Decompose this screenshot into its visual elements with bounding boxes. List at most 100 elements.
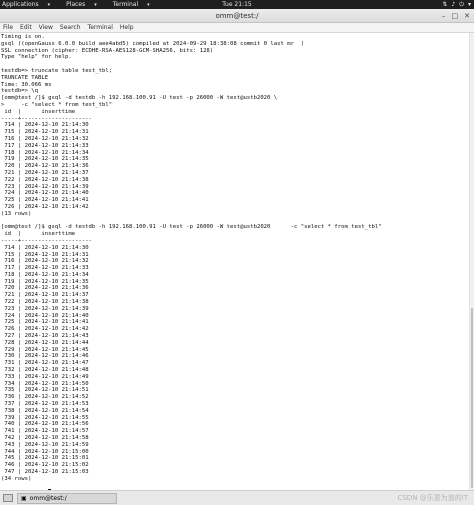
scrollbar-thumb[interactable]: [471, 308, 473, 488]
menubar: File Edit View Search Terminal Help: [0, 23, 474, 33]
terminal-line: 723 | 2024-12-10 21:14:39: [1, 305, 89, 312]
terminal-line: > -c "select * from test_tbl": [1, 101, 113, 108]
terminal-line: Timing is on.: [1, 34, 45, 40]
terminal-line: 746 | 2024-12-10 21:15:02: [1, 462, 89, 469]
terminal-output[interactable]: Timing is on. gsql ((openGauss 6.0.0 buil…: [0, 33, 474, 490]
terminal-line: 730 | 2024-12-10 21:14:46: [1, 353, 89, 360]
show-desktop-button[interactable]: [3, 494, 13, 502]
menu-edit[interactable]: Edit: [20, 23, 32, 32]
terminal-line: 720 | 2024-12-10 21:14:36: [1, 163, 89, 170]
terminal-line: 718 | 2024-12-10 21:14:34: [1, 271, 89, 278]
terminal-line: 714 | 2024-12-10 21:14:30: [1, 244, 89, 251]
terminal-line: (13 rows): [1, 210, 32, 217]
terminal-line: -----+---------------------: [1, 115, 92, 122]
terminal-line: SSL connection (cipher: ECDHE-RSA-AES128…: [1, 47, 214, 54]
volume-icon: ♪: [451, 1, 456, 8]
terminal-line: id | inserttime: [1, 231, 76, 238]
terminal-line: -----+---------------------: [1, 237, 92, 244]
system-tray[interactable]: ⇅ ♪ ⏻ ▾: [442, 0, 471, 9]
terminal-line: 747 | 2024-12-10 21:15:03: [1, 469, 89, 475]
top-panel: Applications ▾ Places ▾ Terminal ▾ Tue 21:1…: [0, 0, 474, 9]
chevron-down-icon: ▾: [467, 1, 471, 8]
terminal-line: 725 | 2024-12-10 21:14:41: [1, 197, 89, 204]
taskbar-item-label: omm@test:/: [29, 494, 67, 502]
network-icon: ⇅: [442, 1, 448, 8]
terminal-line: 720 | 2024-12-10 21:14:36: [1, 285, 89, 292]
terminal-line: Type "help" for help.: [1, 54, 72, 61]
menu-view[interactable]: View: [39, 23, 53, 32]
terminal-line: 726 | 2024-12-10 21:14:42: [1, 203, 89, 210]
chevron-down-icon: ▾: [94, 1, 97, 8]
terminal-line: 727 | 2024-12-10 21:14:43: [1, 333, 89, 340]
terminal-line: TRUNCATE TABLE: [1, 74, 49, 81]
terminal-line: 731 | 2024-12-10 21:14:47: [1, 360, 89, 367]
terminal-line: 717 | 2024-12-10 21:14:33: [1, 142, 89, 149]
close-button[interactable]: ✕: [464, 9, 470, 23]
terminal-line: testdb=> \q: [1, 88, 39, 95]
terminal-icon: ▣: [21, 494, 27, 502]
terminal-line: 736 | 2024-12-10 21:14:52: [1, 394, 89, 401]
terminal-line: 725 | 2024-12-10 21:14:41: [1, 319, 89, 326]
menu-file[interactable]: File: [3, 23, 13, 32]
applications-label: Applications: [2, 0, 39, 8]
terminal-line: id | inserttime: [1, 108, 76, 115]
terminal-line: 743 | 2024-12-10 21:14:59: [1, 441, 89, 448]
terminal-line: testdb=> truncate table test_tbl;: [1, 67, 113, 74]
terminal-line: 740 | 2024-12-10 21:14:56: [1, 421, 89, 428]
power-icon: ⏻: [459, 1, 464, 8]
places-label: Places: [66, 0, 86, 8]
terminal-line: 715 | 2024-12-10 21:14:31: [1, 251, 89, 258]
terminal-line: 724 | 2024-12-10 21:14:40: [1, 312, 89, 319]
terminal-line: 729 | 2024-12-10 21:14:45: [1, 346, 89, 353]
terminal-text: Timing is on. gsql ((openGauss 6.0.0 buil…: [0, 33, 474, 490]
terminal-line: 735 | 2024-12-10 21:14:51: [1, 387, 89, 394]
terminal-line: 724 | 2024-12-10 21:14:40: [1, 190, 89, 197]
terminal-line: 721 | 2024-12-10 21:14:37: [1, 169, 89, 176]
terminal-line: 718 | 2024-12-10 21:14:34: [1, 149, 89, 156]
terminal-line: Time: 30.066 ms: [1, 81, 52, 88]
menu-search[interactable]: Search: [60, 23, 81, 32]
window-title: omm@test:/: [215, 12, 259, 20]
terminal-line: 726 | 2024-12-10 21:14:42: [1, 326, 89, 333]
chevron-down-icon: ▾: [47, 1, 51, 8]
terminal-line: (34 rows): [1, 475, 32, 482]
terminal-line: 714 | 2024-12-10 21:14:30: [1, 122, 89, 129]
terminal-line: 734 | 2024-12-10 21:14:50: [1, 380, 89, 387]
terminal-line: 723 | 2024-12-10 21:14:39: [1, 183, 89, 190]
terminal-line: 745 | 2024-12-10 21:15:01: [1, 455, 89, 462]
minimize-button[interactable]: –: [442, 9, 446, 23]
menu-terminal[interactable]: Terminal: [88, 23, 113, 32]
terminal-line: 719 | 2024-12-10 21:14:35: [1, 156, 89, 163]
terminal-line: 737 | 2024-12-10 21:14:53: [1, 401, 89, 408]
terminal-line: [omm@test /]$ gsql -d testdb -h 192.168.…: [1, 95, 278, 102]
menu-help[interactable]: Help: [120, 23, 134, 32]
window-controls: – □ ✕: [442, 9, 470, 23]
terminal-line: 732 | 2024-12-10 21:14:48: [1, 367, 89, 374]
terminal-line: 721 | 2024-12-10 21:14:37: [1, 292, 89, 299]
terminal-app-label: Terminal: [112, 0, 139, 8]
terminal-line: [omm@test /]$ gsql -d testdb -h 192.168.…: [1, 224, 382, 231]
terminal-line: 716 | 2024-12-10 21:14:32: [1, 258, 89, 265]
terminal-line: 733 | 2024-12-10 21:14:49: [1, 373, 89, 380]
window-titlebar[interactable]: omm@test:/ – □ ✕: [0, 9, 474, 23]
terminal-line: 744 | 2024-12-10 21:15:00: [1, 448, 89, 455]
terminal-line: 716 | 2024-12-10 21:14:32: [1, 135, 89, 142]
taskbar-item-terminal[interactable]: ▣ omm@test:/: [17, 492, 117, 504]
terminal-line: 719 | 2024-12-10 21:14:35: [1, 278, 89, 285]
terminal-line: 738 | 2024-12-10 21:14:54: [1, 407, 89, 414]
terminal-line: 722 | 2024-12-10 21:14:38: [1, 176, 89, 183]
terminal-line: 722 | 2024-12-10 21:14:38: [1, 299, 89, 306]
terminal-line: 717 | 2024-12-10 21:14:33: [1, 265, 89, 272]
terminal-line: gsql ((openGauss 6.0.0 build aee4abd5) c…: [1, 40, 305, 47]
terminal-scrollbar[interactable]: [469, 33, 474, 490]
maximize-button[interactable]: □: [452, 9, 459, 23]
terminal-line: 739 | 2024-12-10 21:14:55: [1, 414, 89, 421]
watermark: CSDN @乐意为道的IT: [397, 494, 468, 502]
terminal-line: 715 | 2024-12-10 21:14:31: [1, 129, 89, 136]
chevron-down-icon: ▾: [147, 1, 150, 8]
terminal-line: 742 | 2024-12-10 21:14:58: [1, 435, 89, 442]
terminal-line: 728 | 2024-12-10 21:14:44: [1, 339, 89, 346]
